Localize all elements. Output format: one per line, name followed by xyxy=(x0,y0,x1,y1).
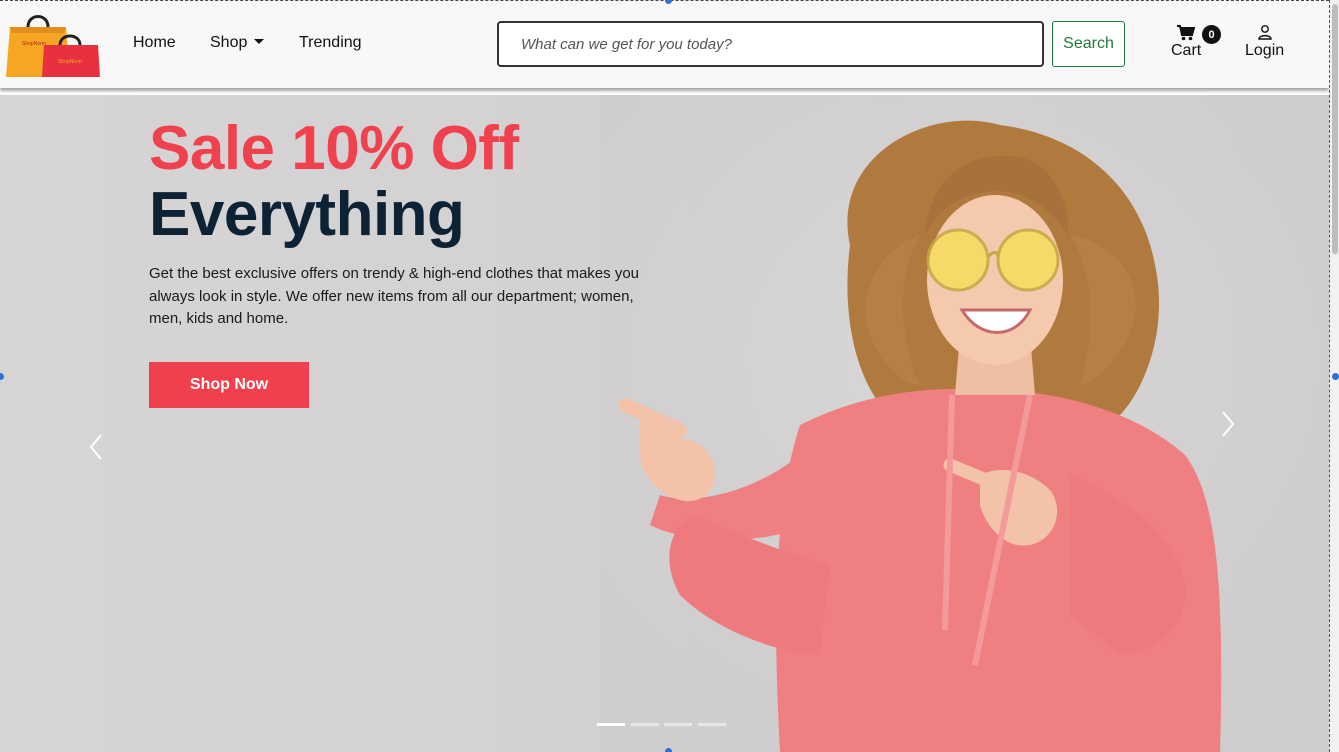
chevron-right-icon[interactable] xyxy=(1218,409,1238,439)
cart-label: Cart xyxy=(1171,42,1202,59)
nav-shop-label: Shop xyxy=(210,34,248,51)
shopping-bags-logo-icon: ShopNorm ShopNorm xyxy=(6,15,100,77)
cart-button[interactable]: 0 Cart xyxy=(1166,23,1222,63)
nav-home-link[interactable]: Home xyxy=(133,34,176,52)
hero-title-everything: Everything xyxy=(149,180,465,249)
cart-icon xyxy=(1177,25,1195,41)
caret-down-icon xyxy=(254,39,265,44)
login-button[interactable]: Login xyxy=(1243,23,1289,63)
carousel-indicator-1[interactable] xyxy=(597,723,625,726)
carousel-indicator-3[interactable] xyxy=(664,723,692,726)
selection-handle-bottom xyxy=(665,748,672,752)
user-icon xyxy=(1258,25,1272,40)
login-label: Login xyxy=(1245,42,1285,59)
selection-handle-right xyxy=(1332,373,1339,380)
search-input[interactable] xyxy=(497,21,1044,67)
chevron-left-icon[interactable] xyxy=(86,432,106,462)
hero-carousel: Sale 10% Off Everything Get the best exc… xyxy=(0,95,1329,752)
cart-count-badge: 0 xyxy=(1202,25,1221,44)
scrollbar-thumb[interactable] xyxy=(1332,4,1338,254)
carousel-indicator-2[interactable] xyxy=(631,723,659,726)
nav-trending-link[interactable]: Trending xyxy=(299,34,362,52)
search-button[interactable]: Search xyxy=(1052,21,1125,67)
hero-title-sale: Sale 10% Off xyxy=(149,114,519,183)
nav-shop-dropdown[interactable]: Shop xyxy=(210,34,265,52)
logo-text-front: ShopNorm xyxy=(58,59,82,65)
top-navbar: ShopNorm ShopNorm Home Shop Trending Sea… xyxy=(0,0,1329,88)
logo[interactable]: ShopNorm ShopNorm xyxy=(6,11,102,79)
hero-description: Get the best exclusive offers on trendy … xyxy=(149,265,639,327)
shop-now-button[interactable]: Shop Now xyxy=(149,362,309,408)
logo-text-back: ShopNorm xyxy=(22,41,46,47)
carousel-indicator-4[interactable] xyxy=(698,723,726,726)
